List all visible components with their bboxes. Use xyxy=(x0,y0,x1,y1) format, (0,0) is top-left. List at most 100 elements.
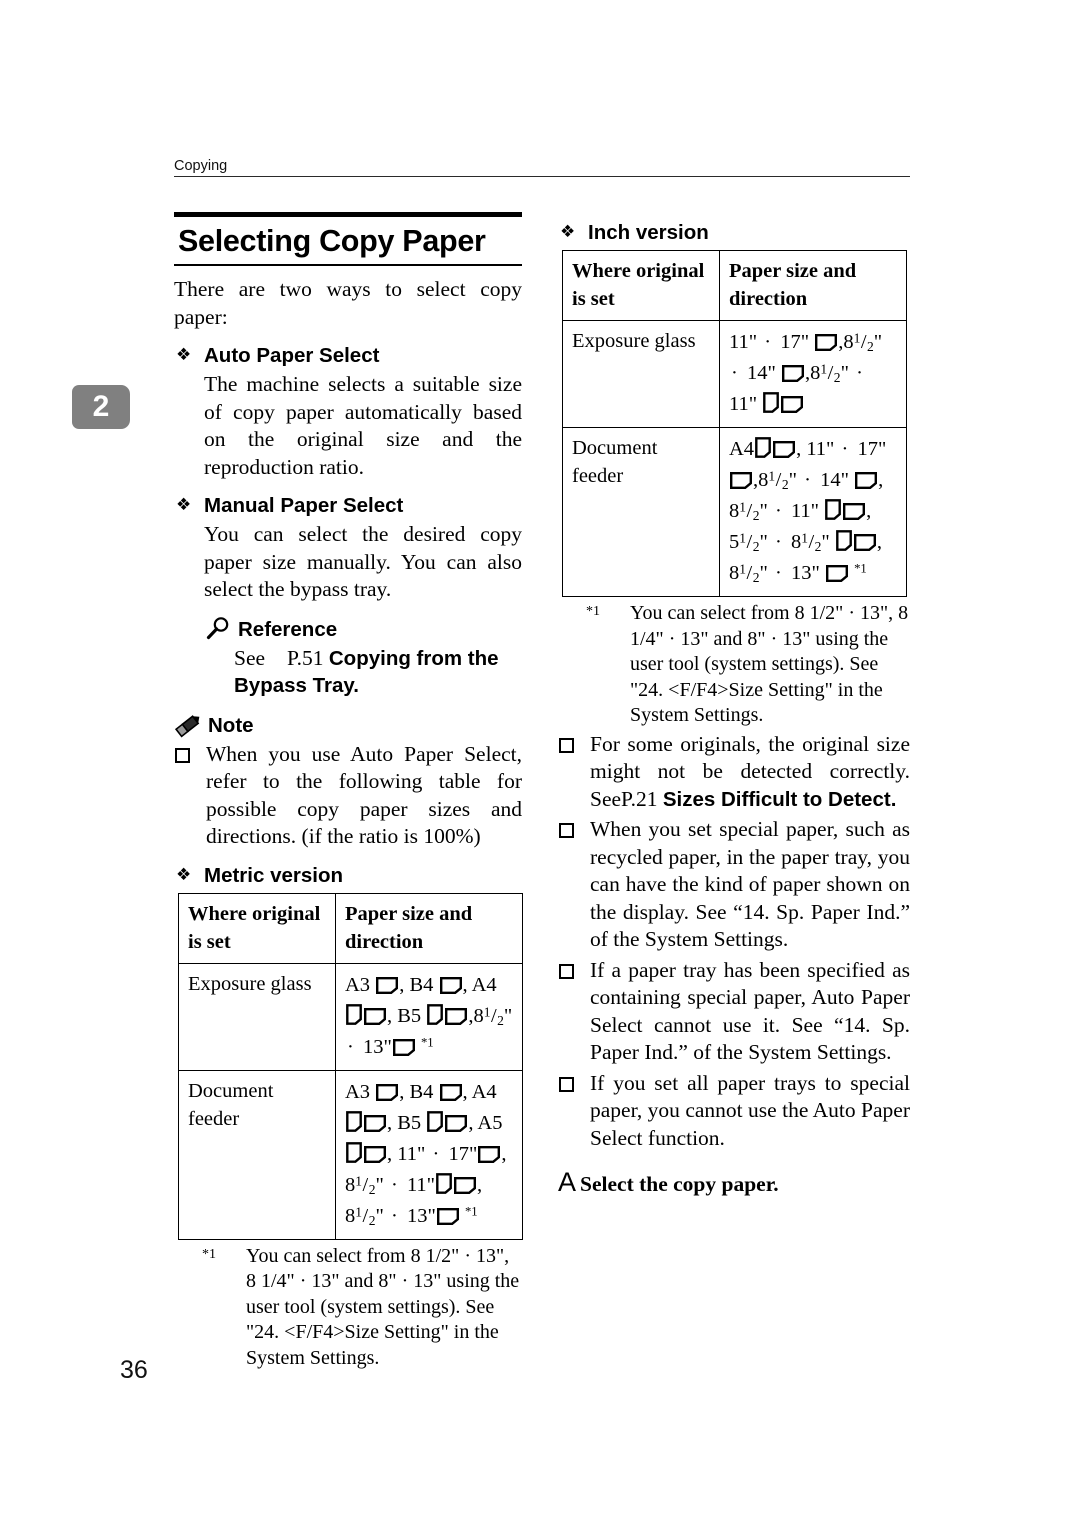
list-item: When you set special paper, such as recy… xyxy=(558,816,910,954)
paper-landscape-icon xyxy=(439,976,462,994)
cell-where-original: Exposure glass xyxy=(562,320,720,428)
section-lead: There are two ways to select copy paper: xyxy=(174,277,522,329)
title-rule-bottom xyxy=(174,264,522,266)
reference-target[interactable]: Copying from the Bypass Tray xyxy=(234,647,499,698)
paper-landscape-icon xyxy=(853,534,876,551)
paper-portrait-icon xyxy=(836,530,852,551)
page-title: Selecting Copy Paper xyxy=(178,224,486,258)
paper-landscape-icon xyxy=(781,365,804,382)
cell-paper-sizes: A3 , B4 , A4 , B5 , A5 , 11" · 17", 81/2… xyxy=(335,1069,523,1240)
paper-portrait-icon xyxy=(825,499,842,520)
column-header-paper-size: Paper size and direction xyxy=(719,250,907,321)
checkbox-bullet-icon xyxy=(559,823,574,838)
table-row: Exposure glass A3 , B4 , A4 , B5 ,81/2" … xyxy=(178,962,523,1071)
column-header-where-original: Where original is set xyxy=(562,250,720,321)
checkbox-bullet-icon xyxy=(559,963,574,979)
note-detect-target[interactable]: Sizes Difficult to Detect xyxy=(663,788,891,811)
paper-landscape-icon xyxy=(436,1207,459,1225)
footnote-mark: *1 xyxy=(586,604,600,619)
paper-portrait-icon xyxy=(346,1003,362,1025)
cell-paper-sizes: A4, 11" · 17" ,81/2" · 14" , 81/2" · 11"… xyxy=(719,427,907,597)
chapter-tab: 2 xyxy=(72,385,130,429)
heading-manual-paper-select: ❖ Manual Paper Select xyxy=(174,493,522,519)
list-item: For some originals, the original size mi… xyxy=(558,731,910,814)
paper-landscape-icon xyxy=(445,1007,468,1025)
heading-metric-version-label: Metric version xyxy=(204,863,343,887)
note-detect-page[interactable]: P.21 xyxy=(621,787,657,811)
reference-see: See xyxy=(234,645,266,670)
paper-landscape-icon xyxy=(478,1145,501,1163)
paper-landscape-icon xyxy=(855,472,878,489)
heading-auto-paper-select: ❖ Auto Paper Select xyxy=(174,343,522,369)
metric-version-table: Where original is set Paper size and dir… xyxy=(178,892,523,1240)
step-letter: A xyxy=(558,1167,577,1197)
paper-portrait-icon xyxy=(346,1110,362,1132)
checkbox-bullet-icon xyxy=(559,1076,574,1092)
reference-page[interactable]: P.51 xyxy=(287,646,323,670)
note-detect-trailing: . xyxy=(890,787,897,811)
paper-landscape-icon xyxy=(439,1083,462,1101)
paper-landscape-icon xyxy=(815,334,838,351)
footnote-mark: *1 xyxy=(202,1246,216,1262)
running-head-label: Copying xyxy=(174,158,228,174)
paper-portrait-icon xyxy=(427,1003,444,1025)
footnote-text: You can select from 8 1/2" · 13", 8 1/4"… xyxy=(630,602,909,726)
note-special-paper-text: When you set special paper, such as recy… xyxy=(590,817,910,951)
inch-version-table: Where original is set Paper size and dir… xyxy=(562,250,907,597)
heading-inch-version-label: Inch version xyxy=(588,221,709,244)
paper-portrait-icon xyxy=(763,392,780,413)
diamond-icon: ❖ xyxy=(176,345,192,365)
heading-note-label: Note xyxy=(208,713,254,737)
paper-landscape-icon xyxy=(781,396,804,413)
table-header-row: Where original is set Paper size and dir… xyxy=(178,892,523,964)
footnote-text: You can select from 8 1/2" · 13", 8 1/4"… xyxy=(246,1244,520,1369)
inch-table-footnote: *1 You can select from 8 1/2" · 13", 8 1… xyxy=(586,601,910,729)
metric-table-footnote: *1 You can select from 8 1/2" · 13", 8 1… xyxy=(202,1244,522,1372)
paper-landscape-icon xyxy=(364,1007,386,1025)
paper-landscape-icon xyxy=(445,1114,468,1132)
list-item: If a paper tray has been specified as co… xyxy=(558,957,910,1067)
note-list-right: For some originals, the original size mi… xyxy=(558,731,910,1153)
paper-landscape-icon xyxy=(454,1176,477,1194)
heading-reference: Reference xyxy=(204,616,522,643)
table-row: Exposure glass 11" · 17" ,81/2" · 14" ,8… xyxy=(562,320,907,428)
running-head-rule xyxy=(174,176,910,177)
note-item-text: When you use Auto Paper Select, refer to… xyxy=(206,741,522,849)
paper-portrait-icon xyxy=(755,437,771,458)
table-row: Document feeder A3 , B4 , A4 , B5 , A5 ,… xyxy=(178,1069,523,1240)
list-item: If you set all paper trays to special pa… xyxy=(558,1070,910,1153)
diamond-icon: ❖ xyxy=(176,495,192,515)
table-header-row: Where original is set Paper size and dir… xyxy=(562,250,907,321)
diamond-icon: ❖ xyxy=(176,864,192,885)
pencil-icon xyxy=(174,712,204,738)
step-text: Select the copy paper. xyxy=(580,1172,779,1196)
heading-manual-paper-select-label: Manual Paper Select xyxy=(204,494,404,517)
paper-landscape-icon xyxy=(773,441,796,458)
step-select-copy-paper: A Select the copy paper. xyxy=(558,1167,910,1199)
paper-portrait-icon xyxy=(346,1141,362,1163)
cell-where-original: Document feeder xyxy=(562,427,720,597)
paper-landscape-icon xyxy=(376,976,399,994)
diamond-icon: ❖ xyxy=(560,222,576,242)
list-item: When you use Auto Paper Select, refer to… xyxy=(174,741,522,851)
heading-reference-label: Reference xyxy=(238,617,338,641)
right-column: ❖ Inch version Where original is set Pap… xyxy=(558,208,910,1199)
paper-landscape-icon xyxy=(364,1145,386,1163)
body-auto-paper-select: The machine selects a suitable size of c… xyxy=(204,372,522,479)
paper-landscape-icon xyxy=(392,1038,415,1056)
chapter-number: 2 xyxy=(92,390,110,423)
page-number: 36 xyxy=(120,1356,148,1384)
paper-portrait-icon xyxy=(427,1110,444,1132)
note-list-left: When you use Auto Paper Select, refer to… xyxy=(174,741,522,851)
paper-landscape-icon xyxy=(376,1083,399,1101)
paper-landscape-icon xyxy=(843,503,866,520)
note-tray-specified-text: If a paper tray has been specified as co… xyxy=(590,957,910,1065)
column-header-paper-size: Paper size and direction xyxy=(335,892,523,964)
running-head: Copying xyxy=(174,158,910,177)
heading-metric-version: ❖ Metric version xyxy=(174,863,522,889)
paper-landscape-icon xyxy=(730,472,752,489)
magnifier-icon xyxy=(204,616,234,642)
body-manual-paper-select: You can select the desired copy paper si… xyxy=(204,522,522,601)
heading-note: Note xyxy=(174,713,522,739)
column-header-where-original: Where original is set xyxy=(178,892,336,964)
